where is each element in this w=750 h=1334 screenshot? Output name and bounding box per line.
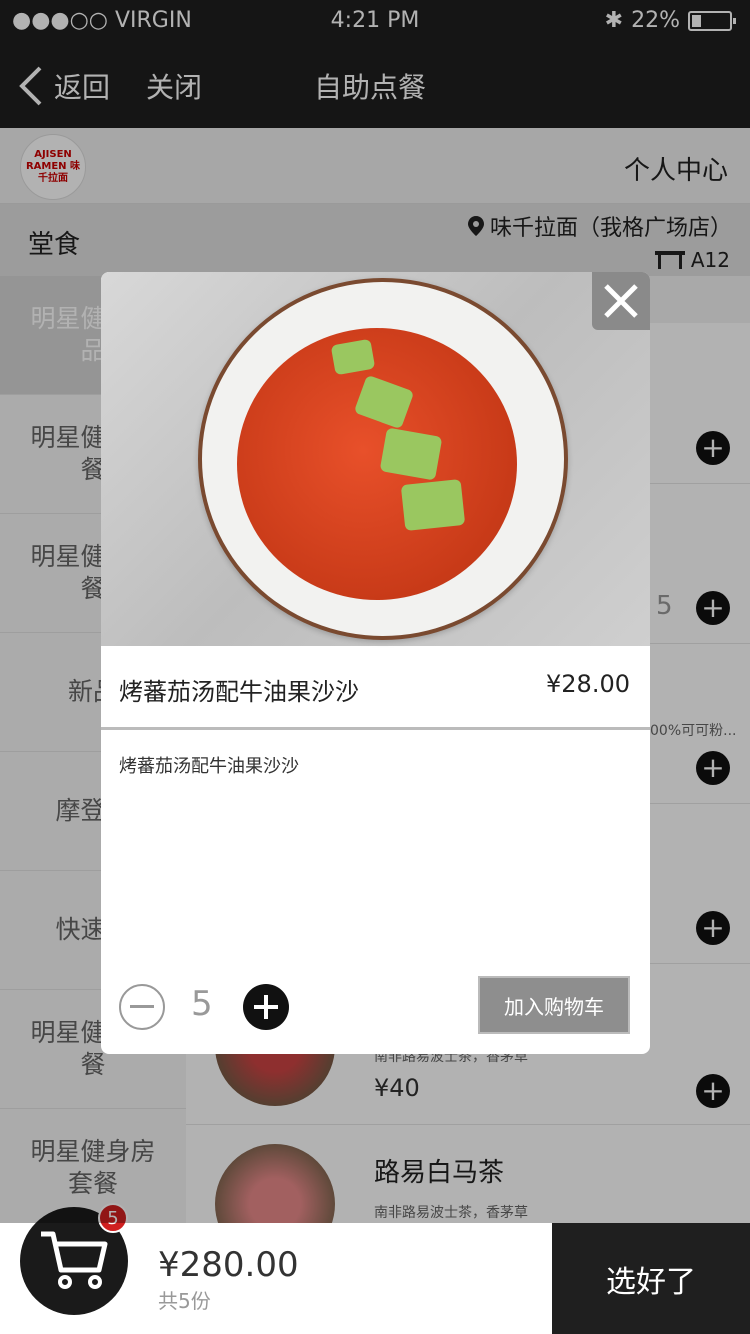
dish-name: 烤蕃茄汤配牛油果沙沙 <box>119 678 359 706</box>
cart-item-count: 共5份 <box>158 1289 211 1313</box>
soup <box>237 328 517 600</box>
decrease-qty-button[interactable] <box>119 984 165 1030</box>
dish-description: 烤蕃茄汤配牛油果沙沙 <box>119 756 299 777</box>
item-detail-modal: 烤蕃茄汤配牛油果沙沙 ¥28.00 烤蕃茄汤配牛油果沙沙 5 加入购物车 <box>101 272 650 1054</box>
modal-title-row: 烤蕃茄汤配牛油果沙沙 ¥28.00 <box>101 646 650 730</box>
garnish <box>379 427 443 481</box>
close-modal-button[interactable] <box>592 272 650 330</box>
cart-total: ¥280.00 <box>158 1245 299 1285</box>
checkout-button[interactable]: 选好了 <box>552 1223 750 1334</box>
add-to-cart-button[interactable]: 加入购物车 <box>478 976 630 1034</box>
qty-value: 5 <box>191 984 213 1024</box>
close-icon <box>604 284 638 318</box>
increase-qty-button[interactable] <box>243 984 289 1030</box>
minus-icon <box>130 1005 154 1008</box>
shopping-cart-icon <box>41 1231 108 1289</box>
dish-price: ¥28.00 <box>546 670 630 698</box>
garnish <box>400 478 466 532</box>
dish-photo <box>101 272 650 646</box>
plus-icon <box>254 995 278 1019</box>
cart-bar: 5 ¥280.00 共5份 选好了 <box>0 1203 750 1334</box>
